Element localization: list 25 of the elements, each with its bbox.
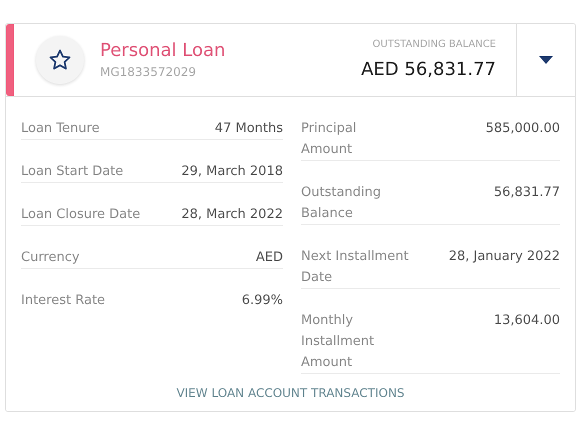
detail-label: Loan Closure Date (21, 206, 140, 224)
balance-label: OUTSTANDING BALANCE (372, 38, 496, 52)
accent-bar (6, 24, 14, 96)
detail-value: 47 Months (214, 120, 283, 138)
detail-label: Interest Rate (21, 292, 106, 310)
detail-value: 56,831.77 (494, 184, 560, 202)
balance-amount: AED 56,831.77 (361, 58, 496, 82)
detail-value: 29, March 2018 (181, 163, 283, 181)
detail-value: 28, March 2022 (181, 206, 283, 224)
detail-label: Currency (21, 249, 80, 267)
detail-label: Next Installment Date (301, 248, 409, 287)
caret-icon (539, 56, 553, 64)
detail-value: 13,604.00 (494, 312, 560, 330)
detail-label: Loan Tenure (21, 120, 100, 138)
transactions-link[interactable]: VIEW LOAN ACCOUNT TRANSACTIONS (176, 384, 405, 402)
detail-label: Principal Amount (301, 120, 358, 159)
detail-label: Loan Start Date (21, 163, 124, 181)
loan-title: Personal Loan (100, 39, 226, 63)
detail-label: Monthly Installment Amount (301, 312, 376, 372)
detail-value: AED (256, 249, 283, 267)
detail-label: Outstanding Balance (301, 184, 382, 223)
detail-value: 585,000.00 (486, 120, 560, 138)
detail-value: 6.99% (242, 292, 283, 310)
detail-value: 28, January 2022 (448, 248, 560, 266)
account-number: MG1833572029 (100, 64, 197, 81)
